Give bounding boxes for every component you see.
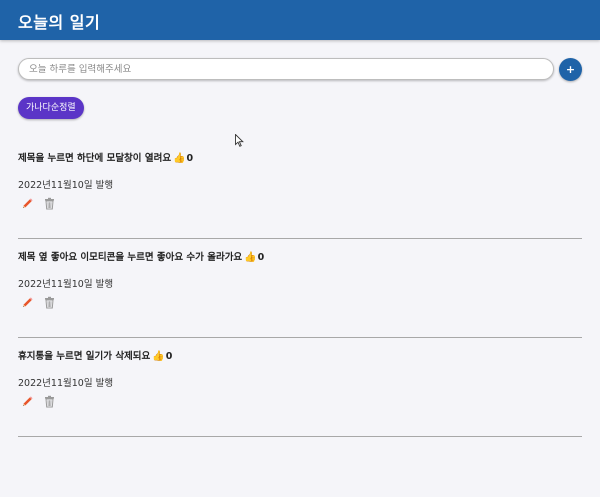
- trash-icon[interactable]: [43, 296, 56, 309]
- diary-title-row: 휴지통을 누르면 일기가 삭제되요 👍0: [18, 348, 172, 362]
- diary-item: 휴지통을 누르면 일기가 삭제되요 👍0 2022년11월10일 발행: [18, 338, 582, 437]
- thumbs-up-icon[interactable]: 👍: [152, 351, 164, 362]
- pencil-icon[interactable]: [21, 197, 34, 210]
- thumbs-up-icon[interactable]: 👍: [244, 252, 256, 263]
- trash-icon[interactable]: [43, 197, 56, 210]
- trash-icon[interactable]: [43, 395, 56, 408]
- diary-date: 2022년11월10일 발행: [18, 180, 114, 191]
- diary-title[interactable]: 제목 옆 좋아요 이모티콘을 누르면 좋아요 수가 올라가요: [18, 252, 242, 263]
- diary-input[interactable]: [18, 58, 554, 80]
- diary-date: 2022년11월10일 발행: [18, 378, 114, 389]
- sort-alphabetical-button[interactable]: 가나다순정렬: [18, 97, 84, 119]
- diary-title[interactable]: 제목을 누르면 하단에 모달창이 열려요: [18, 153, 171, 164]
- diary-title-row: 제목 옆 좋아요 이모티콘을 누르면 좋아요 수가 올라가요 👍0: [18, 249, 264, 263]
- like-count: 0: [257, 252, 265, 263]
- diary-title-row: 제목을 누르면 하단에 모달창이 열려요 👍0: [18, 150, 193, 164]
- pencil-icon[interactable]: [21, 395, 34, 408]
- like-count: 0: [186, 153, 194, 164]
- diary-list: 제목을 누르면 하단에 모달창이 열려요 👍0 2022년11월10일 발행 제목…: [18, 140, 582, 437]
- diary-item: 제목을 누르면 하단에 모달창이 열려요 👍0 2022년11월10일 발행: [18, 140, 582, 239]
- diary-date: 2022년11월10일 발행: [18, 279, 114, 290]
- app-header: 오늘의 일기: [0, 0, 600, 40]
- diary-item: 제목 옆 좋아요 이모티콘을 누르면 좋아요 수가 올라가요 👍0 2022년11…: [18, 239, 582, 338]
- page-title: 오늘의 일기: [18, 13, 101, 32]
- add-button[interactable]: +: [559, 58, 582, 81]
- todo-input-row: +: [18, 58, 584, 82]
- like-count: 0: [165, 351, 173, 362]
- thumbs-up-icon[interactable]: 👍: [173, 153, 185, 164]
- pencil-icon[interactable]: [21, 296, 34, 309]
- diary-title[interactable]: 휴지통을 누르면 일기가 삭제되요: [18, 351, 150, 362]
